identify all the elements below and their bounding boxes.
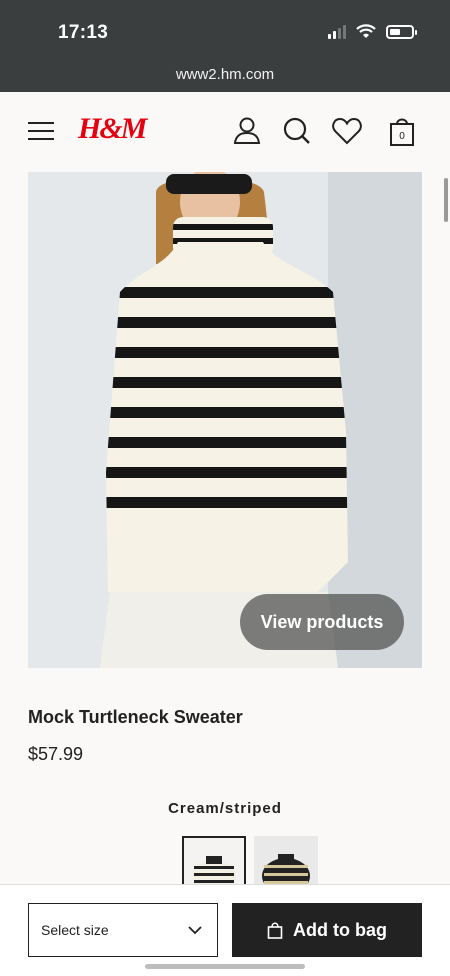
status-icons xyxy=(328,24,417,39)
select-size-label: Select size xyxy=(41,922,109,938)
add-to-bag-button[interactable]: Add to bag xyxy=(232,903,422,957)
browser-chrome: 17:13 www2.hm.com xyxy=(0,0,450,92)
bag-icon[interactable]: 0 xyxy=(386,114,420,148)
chevron-down-icon xyxy=(188,926,202,935)
product-title: Mock Turtleneck Sweater xyxy=(28,707,243,727)
heart-icon[interactable] xyxy=(330,114,364,148)
home-indicator xyxy=(145,964,305,969)
page-scrollbar[interactable] xyxy=(444,178,448,222)
url-bar[interactable]: www2.hm.com xyxy=(0,66,450,83)
product-image[interactable]: View products xyxy=(28,172,422,668)
status-time: 17:13 xyxy=(58,22,109,43)
view-products-button[interactable]: View products xyxy=(240,594,404,650)
add-to-bag-label: Add to bag xyxy=(293,919,387,940)
battery-icon xyxy=(386,24,417,39)
menu-icon[interactable] xyxy=(28,122,54,142)
product-price: $57.99 xyxy=(28,744,84,764)
purchase-bar: Select size Add to bag xyxy=(0,884,450,976)
wifi-icon xyxy=(356,24,376,38)
shopping-bag-icon xyxy=(267,922,283,939)
search-icon[interactable] xyxy=(280,114,314,148)
site-header: H&M 0 xyxy=(0,92,450,172)
select-size-dropdown[interactable]: Select size xyxy=(28,903,218,957)
brand-logo[interactable]: H&M xyxy=(78,112,147,146)
user-icon[interactable] xyxy=(230,114,264,148)
cellular-signal-icon xyxy=(328,24,346,39)
cart-count: 0 xyxy=(399,131,405,142)
selected-color-label: Cream/striped xyxy=(168,800,282,817)
